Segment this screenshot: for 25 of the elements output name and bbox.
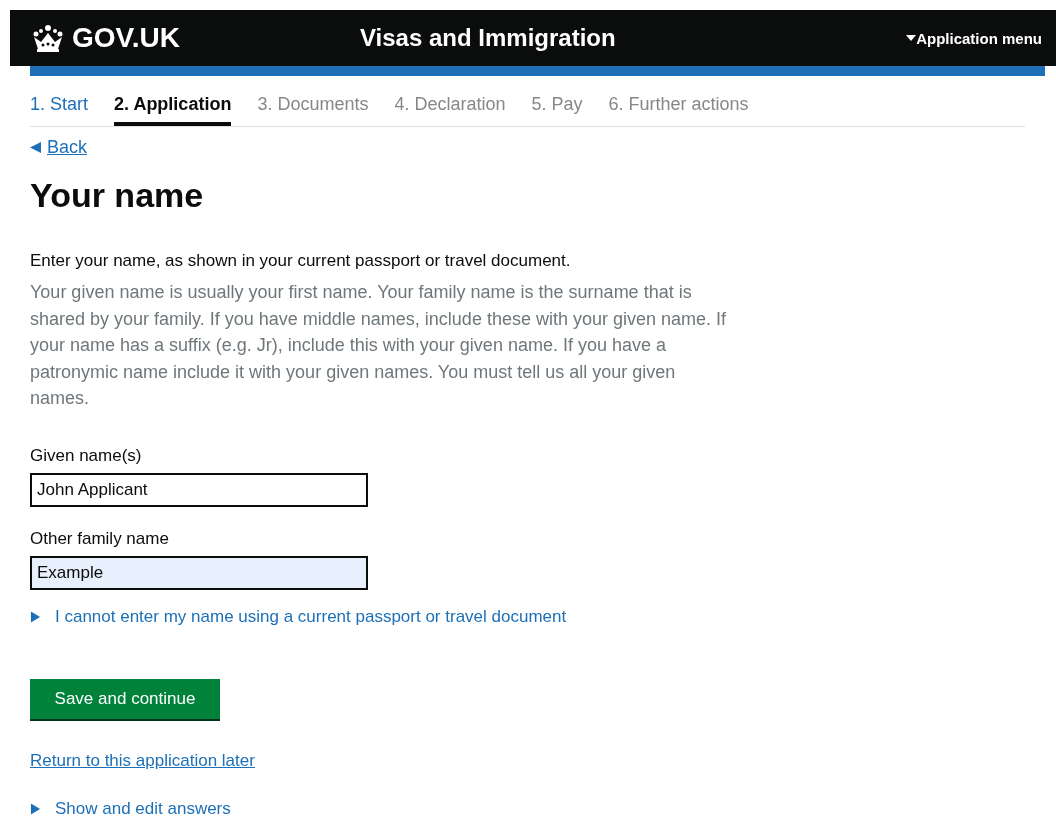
return-later-link[interactable]: Return to this application later [30, 750, 255, 771]
details-summary[interactable]: I cannot enter my name using a current passport or travel document [30, 606, 1036, 627]
progress-step[interactable]: 5. Pay [531, 94, 583, 126]
intro-text: Enter your name, as shown in your current passport or travel document. [30, 251, 572, 271]
triangle-right-icon [30, 610, 41, 623]
triangle-left-icon [30, 142, 41, 153]
back-link[interactable]: Back [30, 137, 88, 158]
logo-link[interactable]: GOV.UK [30, 22, 360, 54]
save-and-continue-button[interactable]: Save and continue [30, 678, 220, 719]
progress-step[interactable]: 6. Further actions [608, 94, 749, 126]
field-label: Other family name [30, 528, 170, 549]
application-menu-link[interactable]: Application menu [906, 29, 1042, 47]
progress-step[interactable]: 4. Declaration [394, 94, 506, 126]
progress-step[interactable]: 3. Documents [257, 94, 369, 126]
field-label: Given name(s) [30, 445, 143, 466]
triangle-right-icon [30, 802, 41, 815]
service-name: Visas and Immigration [360, 24, 617, 52]
caret-icon [906, 35, 917, 41]
text-field[interactable]: Example [30, 555, 368, 590]
progress-step[interactable]: 1. Start [30, 94, 89, 126]
text-field[interactable]: John Applicant [30, 472, 368, 507]
details-summary[interactable]: Show and edit answers [30, 798, 1036, 819]
progress-step[interactable]: 2. Application [114, 94, 232, 126]
page-heading: Your name [30, 176, 205, 215]
hint-text: Your given name is usually your first name. Your family name is the surname that is shared by your family. If you have middle names, include these with your given name. If your name has a suffix (e.g. Jr), include this with your given name. If you have a patronymic name include it with your given names. You must tell us all your given names. [30, 281, 727, 410]
